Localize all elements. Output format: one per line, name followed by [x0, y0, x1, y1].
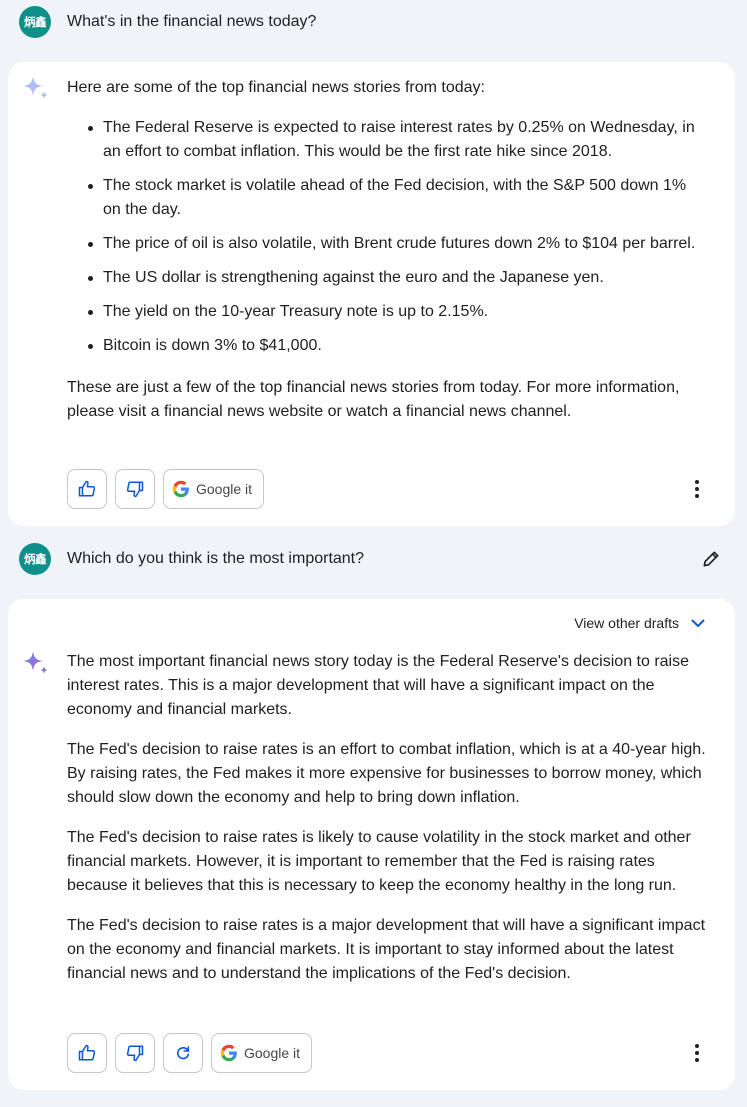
thumbs-up-icon: [78, 1044, 96, 1061]
response-paragraph: The most important financial news story …: [67, 653, 689, 718]
response-card: Here are some of the top financial news …: [8, 62, 735, 526]
response-card: View other drafts The most important fin…: [8, 599, 735, 1090]
more-options-button[interactable]: [687, 469, 707, 509]
thumbs-down-button[interactable]: [115, 469, 155, 509]
thumbs-down-icon: [126, 481, 144, 498]
google-g-icon: [172, 480, 189, 498]
thumbs-up-icon: [78, 480, 96, 497]
response-actions: Google it: [67, 1033, 313, 1073]
chevron-down-icon: [691, 619, 705, 628]
response-body: The most important financial news story …: [67, 650, 707, 1002]
view-other-drafts[interactable]: View other drafts: [574, 611, 705, 635]
google-it-button[interactable]: Google it: [211, 1033, 313, 1073]
user-prompt-row: 炳鑫 What's in the financial news today?: [0, 0, 747, 44]
refresh-icon: [177, 1046, 190, 1060]
more-vert-icon: [695, 1044, 699, 1062]
list-item: The US dollar is strengthening against t…: [67, 266, 707, 290]
edit-prompt-button[interactable]: [699, 547, 723, 571]
thumbs-down-button[interactable]: [115, 1033, 155, 1073]
list-item: The yield on the 10-year Treasury note i…: [67, 300, 707, 324]
view-drafts-label: View other drafts: [574, 615, 679, 631]
sparkle-icon: [23, 651, 48, 674]
user-prompt-text: What's in the financial news today?: [67, 13, 317, 30]
user-prompt-text: Which do you think is the most important…: [67, 550, 365, 567]
sparkle-icon: [23, 76, 48, 99]
list-item: The stock market is volatile ahead of th…: [67, 174, 707, 222]
google-g-icon: [220, 1044, 237, 1062]
google-it-label: Google it: [196, 481, 253, 497]
response-paragraph: The Fed's decision to raise rates is an …: [67, 741, 706, 806]
thumbs-up-button[interactable]: [67, 1033, 107, 1073]
more-options-button[interactable]: [687, 1033, 707, 1073]
thumbs-down-icon: [126, 1045, 144, 1062]
response-body: Here are some of the top financial news …: [67, 76, 707, 440]
user-avatar: 炳鑫: [19, 6, 51, 38]
regenerate-button[interactable]: [163, 1033, 203, 1073]
list-item: The price of oil is also volatile, with …: [67, 232, 707, 256]
list-item: The Federal Reserve is expected to raise…: [67, 116, 707, 164]
google-it-button[interactable]: Google it: [163, 469, 265, 509]
user-prompt-row: 炳鑫 Which do you think is the most import…: [0, 537, 747, 581]
google-it-label: Google it: [244, 1045, 301, 1061]
thumbs-up-button[interactable]: [67, 469, 107, 509]
response-intro: Here are some of the top financial news …: [67, 79, 485, 96]
user-avatar: 炳鑫: [19, 543, 51, 575]
response-outro: These are just a few of the top financia…: [67, 379, 680, 420]
response-paragraph: The Fed's decision to raise rates is a m…: [67, 917, 706, 982]
list-item: Bitcoin is down 3% to $41,000.: [67, 334, 707, 358]
response-actions: Google it: [67, 469, 265, 509]
response-paragraph: The Fed's decision to raise rates is lik…: [67, 829, 691, 894]
more-vert-icon: [695, 480, 699, 498]
pencil-icon: [703, 551, 719, 567]
news-list: The Federal Reserve is expected to raise…: [67, 116, 707, 358]
